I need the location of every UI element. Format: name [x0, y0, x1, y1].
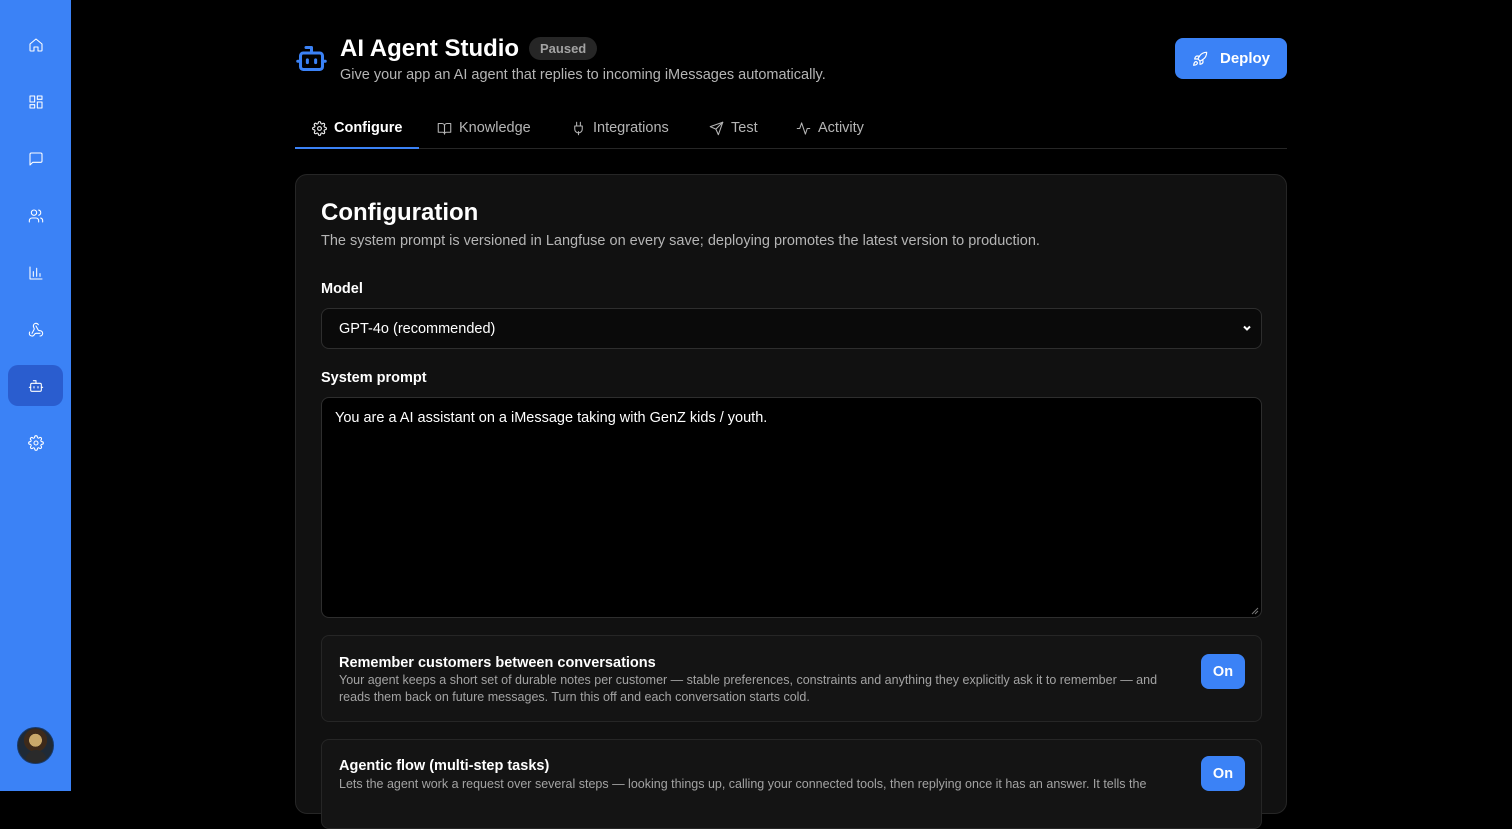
webhook-icon	[28, 322, 43, 337]
gear-icon	[312, 120, 327, 136]
tab-label: Configure	[334, 120, 403, 136]
tab-activity[interactable]: Activity	[796, 108, 864, 148]
tab-label: Knowledge	[459, 120, 531, 136]
system-prompt-text: You are a AI assistant on a iMessage tak…	[335, 410, 768, 426]
model-select[interactable]: GPT-4o (recommended)	[321, 308, 1262, 349]
avatar[interactable]	[17, 727, 54, 764]
tab-knowledge[interactable]: Knowledge	[437, 108, 531, 148]
system-prompt-input[interactable]: You are a AI assistant on a iMessage tak…	[321, 397, 1262, 618]
memory-toggle-button[interactable]: On	[1201, 654, 1245, 689]
model-label: Model	[321, 281, 363, 297]
option-title: Agentic flow (multi-step tasks)	[339, 758, 550, 774]
tab-configure[interactable]: Configure	[294, 108, 421, 149]
tab-label: Integrations	[593, 120, 669, 136]
users-icon	[28, 208, 43, 223]
section-title: Configuration	[321, 199, 479, 226]
sidebar-item-settings[interactable]	[8, 422, 63, 463]
option-description: Your agent keeps a short set of durable …	[339, 673, 1158, 704]
sidebar-item-apps[interactable]	[8, 81, 63, 122]
option-description: Lets the agent work a request over sever…	[339, 777, 1147, 791]
page-title: AI Agent Studio	[340, 35, 520, 62]
rocket-icon	[1193, 51, 1208, 66]
tab-integrations[interactable]: Integrations	[571, 108, 669, 148]
agentic-flow-toggle-button[interactable]: On	[1201, 756, 1245, 791]
agentic-flow-option: Agentic flow (multi-step tasks) Lets the…	[321, 739, 1262, 829]
robot-icon	[28, 379, 43, 392]
grid-icon	[28, 94, 43, 109]
tab-label: Test	[731, 120, 758, 136]
sidebar-item-analytics[interactable]	[8, 252, 63, 293]
page-subtitle: Give your app an AI agent that replies t…	[340, 67, 826, 83]
tab-label: Activity	[818, 120, 864, 136]
sidebar-item-ai-agent[interactable]	[8, 365, 63, 406]
sidebar-item-home[interactable]	[8, 24, 63, 65]
option-title: Remember customers between conversations	[339, 655, 656, 671]
system-prompt-label: System prompt	[321, 370, 427, 386]
deploy-button-label: Deploy	[1219, 50, 1270, 67]
home-icon	[28, 37, 43, 52]
sidebar	[0, 0, 71, 791]
model-select-value: GPT-4o (recommended)	[339, 320, 496, 337]
tab-test[interactable]: Test	[709, 108, 758, 148]
sidebar-item-messages[interactable]	[8, 138, 63, 179]
resize-handle-icon[interactable]	[1251, 607, 1259, 615]
tab-bar: Configure Knowledge Integrations Test Ac…	[294, 108, 1287, 149]
section-description: The system prompt is versioned in Langfu…	[321, 233, 1040, 249]
memory-option: Remember customers between conversations…	[321, 635, 1262, 722]
deploy-button[interactable]: Deploy	[1175, 38, 1287, 79]
sidebar-item-contacts[interactable]	[8, 195, 63, 236]
robot-icon	[295, 42, 328, 75]
configuration-card: Configuration The system prompt is versi…	[295, 174, 1287, 829]
chat-icon	[28, 151, 43, 166]
plug-icon	[574, 121, 583, 135]
send-icon	[709, 121, 724, 135]
gear-icon	[27, 434, 44, 451]
chevron-down-icon	[1241, 322, 1253, 334]
status-badge: Paused	[529, 37, 598, 60]
activity-icon	[796, 121, 811, 135]
sidebar-item-webhooks[interactable]	[8, 309, 63, 350]
bar-chart-icon	[28, 265, 43, 280]
book-icon	[437, 122, 452, 135]
